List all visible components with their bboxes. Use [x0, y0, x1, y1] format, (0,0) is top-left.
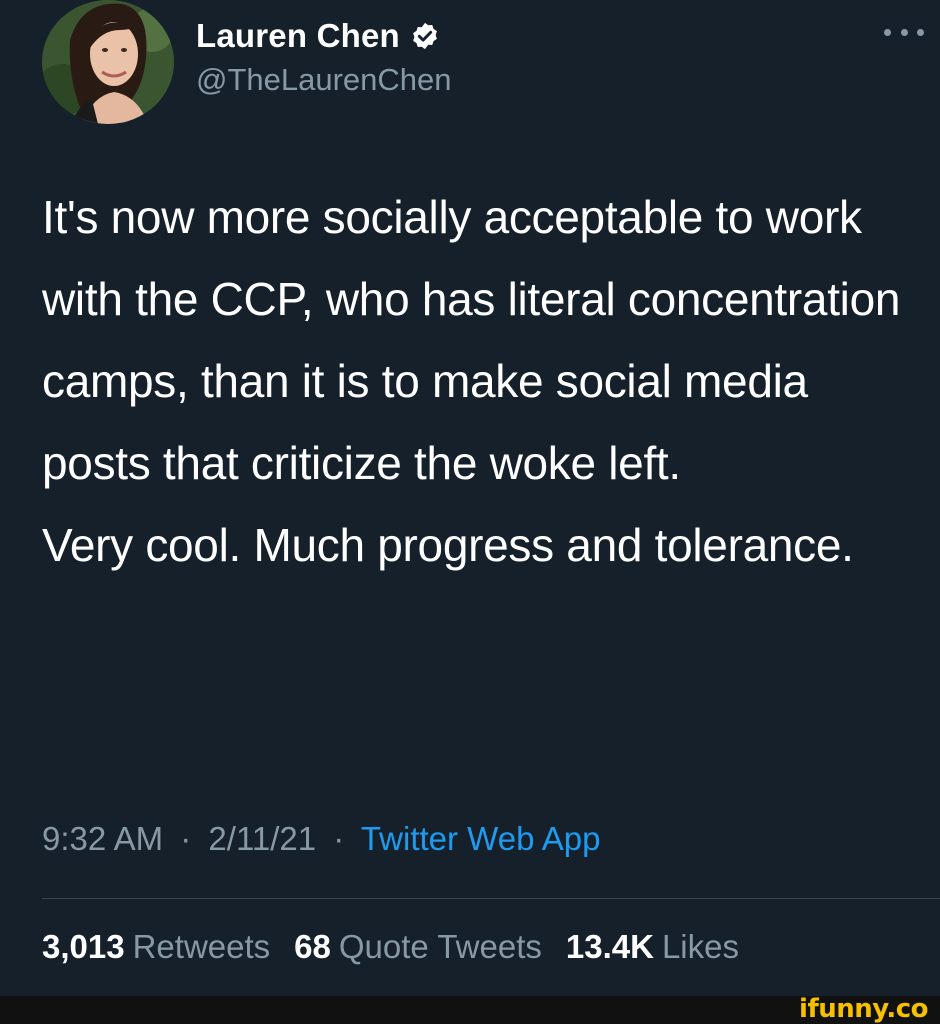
- quote-tweets-count: 68: [294, 928, 331, 965]
- divider: [42, 898, 940, 899]
- quote-tweets-stat[interactable]: 68 Quote Tweets: [294, 928, 542, 966]
- retweets-stat[interactable]: 3,013 Retweets: [42, 928, 270, 966]
- author-name[interactable]: Lauren Chen: [196, 17, 400, 55]
- tweet-paragraph: Very cool. Much progress and tolerance.: [42, 519, 854, 571]
- avatar[interactable]: [42, 0, 174, 124]
- ifunny-watermark-logo: ifunny.co: [799, 994, 928, 1024]
- tweet-text: It's now more socially acceptable to wor…: [42, 176, 922, 586]
- author-info: Lauren Chen @TheLaurenChen: [196, 14, 452, 98]
- retweets-label: Retweets: [132, 928, 271, 965]
- verified-badge-icon: [410, 21, 440, 51]
- more-options-icon[interactable]: [884, 22, 924, 42]
- meta-separator: ·: [333, 820, 345, 857]
- tweet-paragraph: It's now more socially acceptable to wor…: [42, 191, 901, 489]
- author-handle[interactable]: @TheLaurenChen: [196, 62, 452, 98]
- dot: [917, 28, 924, 36]
- tweet-card: Lauren Chen @TheLaurenChen It's now more…: [0, 0, 940, 996]
- dot: [900, 28, 908, 36]
- tweet-time[interactable]: 9:32 AM: [42, 820, 163, 857]
- watermark-bar: ifunny.co: [0, 994, 940, 1024]
- retweets-count: 3,013: [42, 928, 125, 965]
- tweet-date[interactable]: 2/11/21: [208, 820, 316, 857]
- likes-label: Likes: [661, 928, 739, 965]
- likes-count: 13.4K: [565, 928, 654, 965]
- likes-stat[interactable]: 13.4K Likes: [566, 928, 739, 966]
- dot: [884, 28, 891, 36]
- tweet-stats: 3,013 Retweets 68 Quote Tweets 13.4K Likes: [42, 928, 763, 966]
- tweet-meta: 9:32 AM · 2/11/21 · Twitter Web App: [42, 820, 601, 858]
- author-name-row: Lauren Chen: [196, 14, 452, 58]
- avatar-image: [42, 0, 174, 124]
- meta-separator: ·: [180, 820, 192, 857]
- tweet-source-link[interactable]: Twitter Web App: [361, 820, 601, 857]
- quote-tweets-label: Quote Tweets: [338, 928, 542, 965]
